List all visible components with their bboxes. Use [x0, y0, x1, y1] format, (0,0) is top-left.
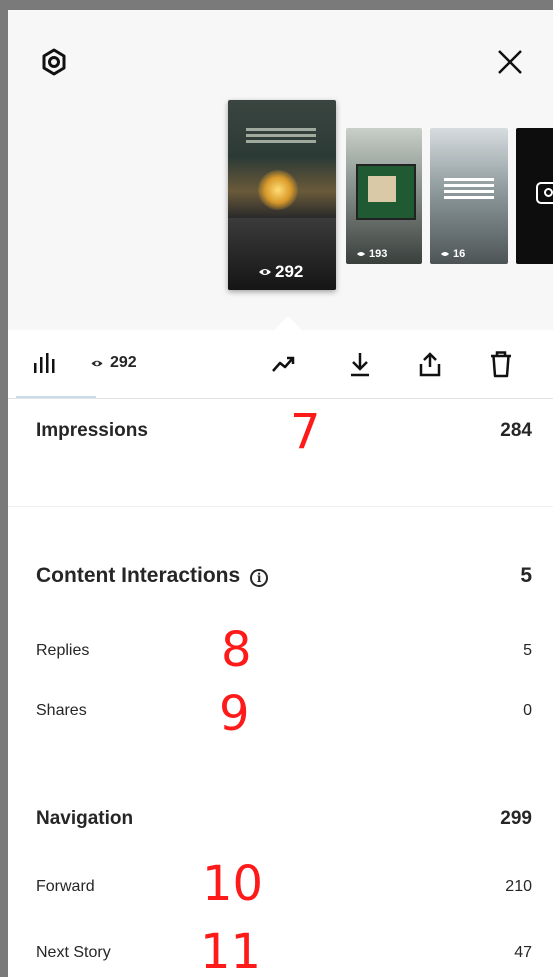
share-icon [419, 352, 441, 377]
impressions-value: 284 [500, 420, 532, 441]
story-views-count: 292 [275, 262, 304, 281]
story-thumbnail[interactable]: 16 [430, 128, 508, 264]
viewers-tab[interactable]: 292 [90, 354, 137, 372]
navigation-row: Navigation 299 [36, 808, 532, 830]
selected-story-pointer [274, 316, 302, 330]
info-icon[interactable]: i [250, 569, 269, 587]
download-button[interactable] [342, 346, 378, 382]
overlay-text [246, 128, 316, 131]
delete-icon [491, 351, 511, 378]
bar-chart-icon [34, 353, 55, 373]
add-story-camera-button[interactable] [516, 128, 553, 264]
annotation-number: 10 [202, 856, 264, 912]
story-views-badge: 193 [356, 248, 387, 260]
annotation-number: 8 [221, 622, 252, 678]
navigation-value: 299 [500, 808, 532, 829]
overlay-text [444, 178, 494, 181]
story-thumbnail-selected[interactable]: 292 [228, 100, 336, 290]
close-button[interactable] [488, 40, 532, 84]
story-views-count: 16 [453, 248, 466, 260]
story-tray: 292 193 16 [8, 10, 553, 330]
gear-icon [42, 48, 66, 76]
replies-row: Replies 5 [36, 642, 532, 660]
eye-icon [91, 360, 103, 366]
forward-row: Forward 210 [36, 878, 532, 896]
annotation-number: 9 [219, 686, 250, 742]
impressions-label: Impressions [36, 420, 148, 441]
eye-icon [259, 269, 271, 275]
story-thumbnail[interactable]: 193 [346, 128, 422, 264]
forward-label: Forward [36, 878, 95, 895]
navigation-label: Navigation [36, 808, 134, 829]
eye-icon [441, 252, 449, 256]
close-icon [498, 50, 522, 74]
next-story-value: 47 [514, 944, 532, 961]
content-interactions-heading: Content Interactions i [36, 564, 269, 588]
story-views-count: 193 [369, 248, 388, 260]
shares-label: Shares [36, 702, 87, 719]
content-interactions-value: 5 [520, 564, 532, 587]
promote-icon [272, 356, 295, 372]
annotation-number: 11 [200, 924, 262, 977]
active-tab-indicator [16, 396, 96, 398]
eye-icon [357, 252, 365, 256]
projector-screen [356, 164, 416, 220]
settings-button[interactable] [34, 42, 74, 82]
impressions-row: Impressions 284 [36, 420, 532, 442]
story-views-badge: 292 [258, 262, 303, 282]
insights-tab[interactable] [28, 346, 62, 380]
replies-value: 5 [523, 642, 532, 659]
camera-icon [536, 182, 553, 204]
story-insights-screen: 292 193 16 292 Impressions 284 Content I… [8, 10, 553, 977]
content-interactions-row: Content Interactions i 5 [36, 564, 532, 588]
forward-value: 210 [505, 878, 532, 895]
delete-button[interactable] [483, 346, 519, 382]
next-story-label: Next Story [36, 944, 111, 961]
story-toolbar: 292 [8, 330, 553, 399]
viewers-count: 292 [110, 354, 137, 371]
story-views-badge: 16 [440, 248, 465, 260]
section-divider [8, 506, 553, 507]
shares-value: 0 [523, 702, 532, 719]
annotation-number: 7 [290, 404, 321, 460]
share-button[interactable] [412, 346, 448, 382]
shares-row: Shares 0 [36, 702, 532, 720]
replies-label: Replies [36, 642, 90, 659]
promote-button[interactable] [266, 346, 302, 382]
next-story-row: Next Story 47 [36, 944, 532, 962]
content-interactions-label: Content Interactions [36, 564, 241, 587]
shrine-light [258, 170, 298, 210]
download-icon [351, 353, 369, 377]
